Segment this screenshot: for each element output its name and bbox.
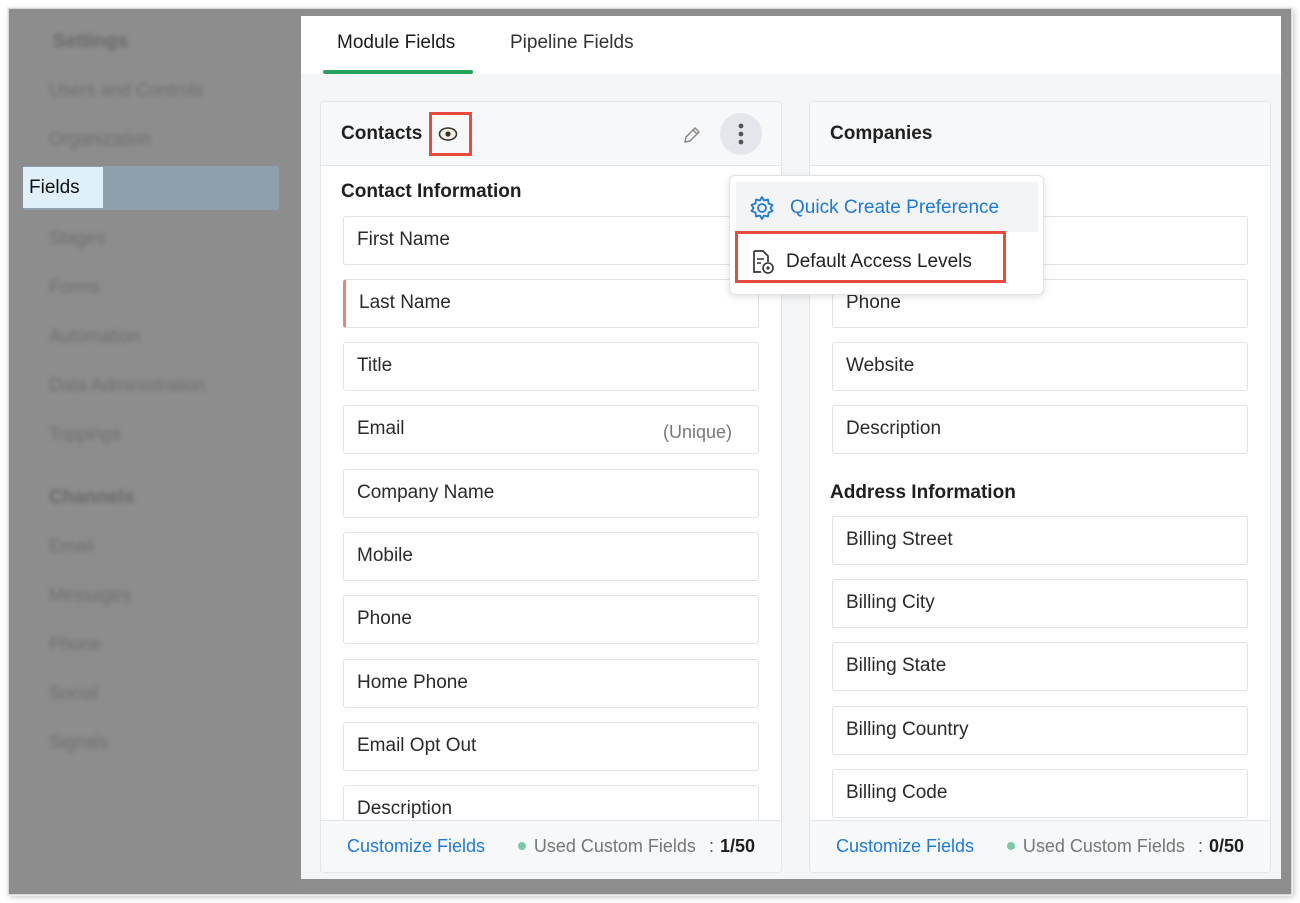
sidebar-item-email[interactable]: Email [49,536,94,557]
active-tab-indicator [323,70,473,74]
field-label: Email Opt Out [357,735,477,756]
field-label: Mobile [357,545,413,566]
field-label: Email [357,418,405,439]
contact-information-heading: Contact Information [341,181,522,202]
unique-note: (Unique) [662,422,732,442]
companies-card-footer: Customize Fields Used Custom Fields :0/5… [810,820,1270,872]
field-billing-country[interactable]: Billing Country [832,706,1248,755]
field-label: Title [357,355,393,376]
used-custom-fields-label: Used Custom Fields [1022,836,1185,856]
used-custom-fields: Used Custom Fields :0/50 [1006,836,1244,857]
field-first-name[interactable]: First Name [343,216,759,265]
field-home-phone[interactable]: Home Phone [343,659,759,708]
more-options-button[interactable] [720,113,762,155]
field-title[interactable]: Title [343,342,759,391]
field-billing-code[interactable]: Billing Code [832,769,1248,818]
address-information-heading: Address Information [830,482,1016,503]
sidebar-item-social[interactable]: Social [49,683,98,704]
field-phone[interactable]: Phone [343,595,759,644]
main-content: Module Fields Pipeline Fields Contacts C… [301,16,1281,879]
tab-bar: Module Fields Pipeline Fields [301,16,1281,74]
field-billing-city[interactable]: Billing City [832,579,1248,628]
field-mobile[interactable]: Mobile [343,532,759,581]
used-custom-fields-label: Used Custom Fields [533,836,696,856]
field-label: Billing State [846,655,947,676]
field-email-opt-out[interactable]: Email Opt Out [343,722,759,771]
separator: : [1197,836,1203,856]
field-label: Billing Code [846,782,948,803]
field-label: Home Phone [357,672,468,693]
companies-card-header: Companies [810,102,1270,166]
used-custom-fields: Used Custom Fields :1/50 [517,836,755,857]
sidebar-item-stages[interactable]: Stages [49,228,105,249]
used-custom-fields-count: 0/50 [1208,836,1244,856]
field-last-name[interactable]: Last Name [343,279,759,328]
contacts-card-title: Contacts [341,123,423,144]
separator: : [708,836,714,856]
field-label: First Name [357,229,450,250]
contacts-card-footer: Customize Fields Used Custom Fields :1/5… [321,820,781,872]
field-website[interactable]: Website [832,342,1248,391]
sidebar-item-data-administration[interactable]: Data Administration [49,375,205,396]
sidebar-item-messages[interactable]: Messages [49,585,131,606]
vertical-dots-icon [738,123,744,145]
sidebar-item-users-and-controls[interactable]: Users and Controls [49,80,203,101]
field-company-name[interactable]: Company Name [343,469,759,518]
sidebar-item-signals[interactable]: Signals [49,732,108,753]
contacts-module-card: Contacts Contact Information First Name … [320,101,782,873]
menu-item-quick-create-preference[interactable]: Quick Create Preference [736,182,1038,232]
sidebar-item-fields[interactable]: Fields [23,167,103,208]
contacts-card-header: Contacts [321,102,781,166]
sidebar-item-toppings[interactable]: Toppings [49,424,121,445]
tab-pipeline-fields[interactable]: Pipeline Fields [510,32,634,54]
field-description[interactable]: Description [832,405,1248,454]
sidebar-item-phone[interactable]: Phone [49,634,101,655]
companies-card-title: Companies [830,123,933,144]
field-label: Company Name [357,482,495,503]
field-label: Description [357,798,453,819]
more-options-menu: Quick Create Preference Default Access L… [729,175,1044,295]
field-label: Last Name [359,292,451,313]
default-access-levels-highlight [735,231,1006,283]
sidebar-heading-channels: Channels [49,487,135,508]
field-billing-street[interactable]: Billing Street [832,516,1248,565]
status-dot-icon [517,842,526,850]
tab-module-fields[interactable]: Module Fields [337,32,455,54]
field-label: Billing Street [846,529,953,550]
field-label: Phone [846,292,901,313]
field-label: Description [846,418,942,439]
status-dot-icon [1006,842,1015,850]
eye-icon-highlight [429,112,472,156]
app-window: Settings Users and Controls Organization… [8,8,1292,895]
field-email[interactable]: Email (Unique) [343,405,759,454]
pencil-icon[interactable] [681,124,703,151]
field-label: Website [846,355,915,376]
menu-item-label: Quick Create Preference [790,197,1000,218]
sidebar-item-forms[interactable]: Forms [49,277,100,298]
settings-sidebar: Settings Users and Controls Organization… [9,9,301,894]
gear-icon [750,196,774,220]
customize-fields-link[interactable]: Customize Fields [836,836,974,857]
customize-fields-link[interactable]: Customize Fields [347,836,485,857]
field-label: Phone [357,608,412,629]
sidebar-item-automation[interactable]: Automation [49,326,140,347]
field-label: Billing City [846,592,935,613]
field-label: Billing Country [846,719,969,740]
sidebar-item-organization[interactable]: Organization [49,129,151,150]
sidebar-heading-settings: Settings [53,31,128,52]
used-custom-fields-count: 1/50 [719,836,755,856]
field-billing-state[interactable]: Billing State [832,642,1248,691]
